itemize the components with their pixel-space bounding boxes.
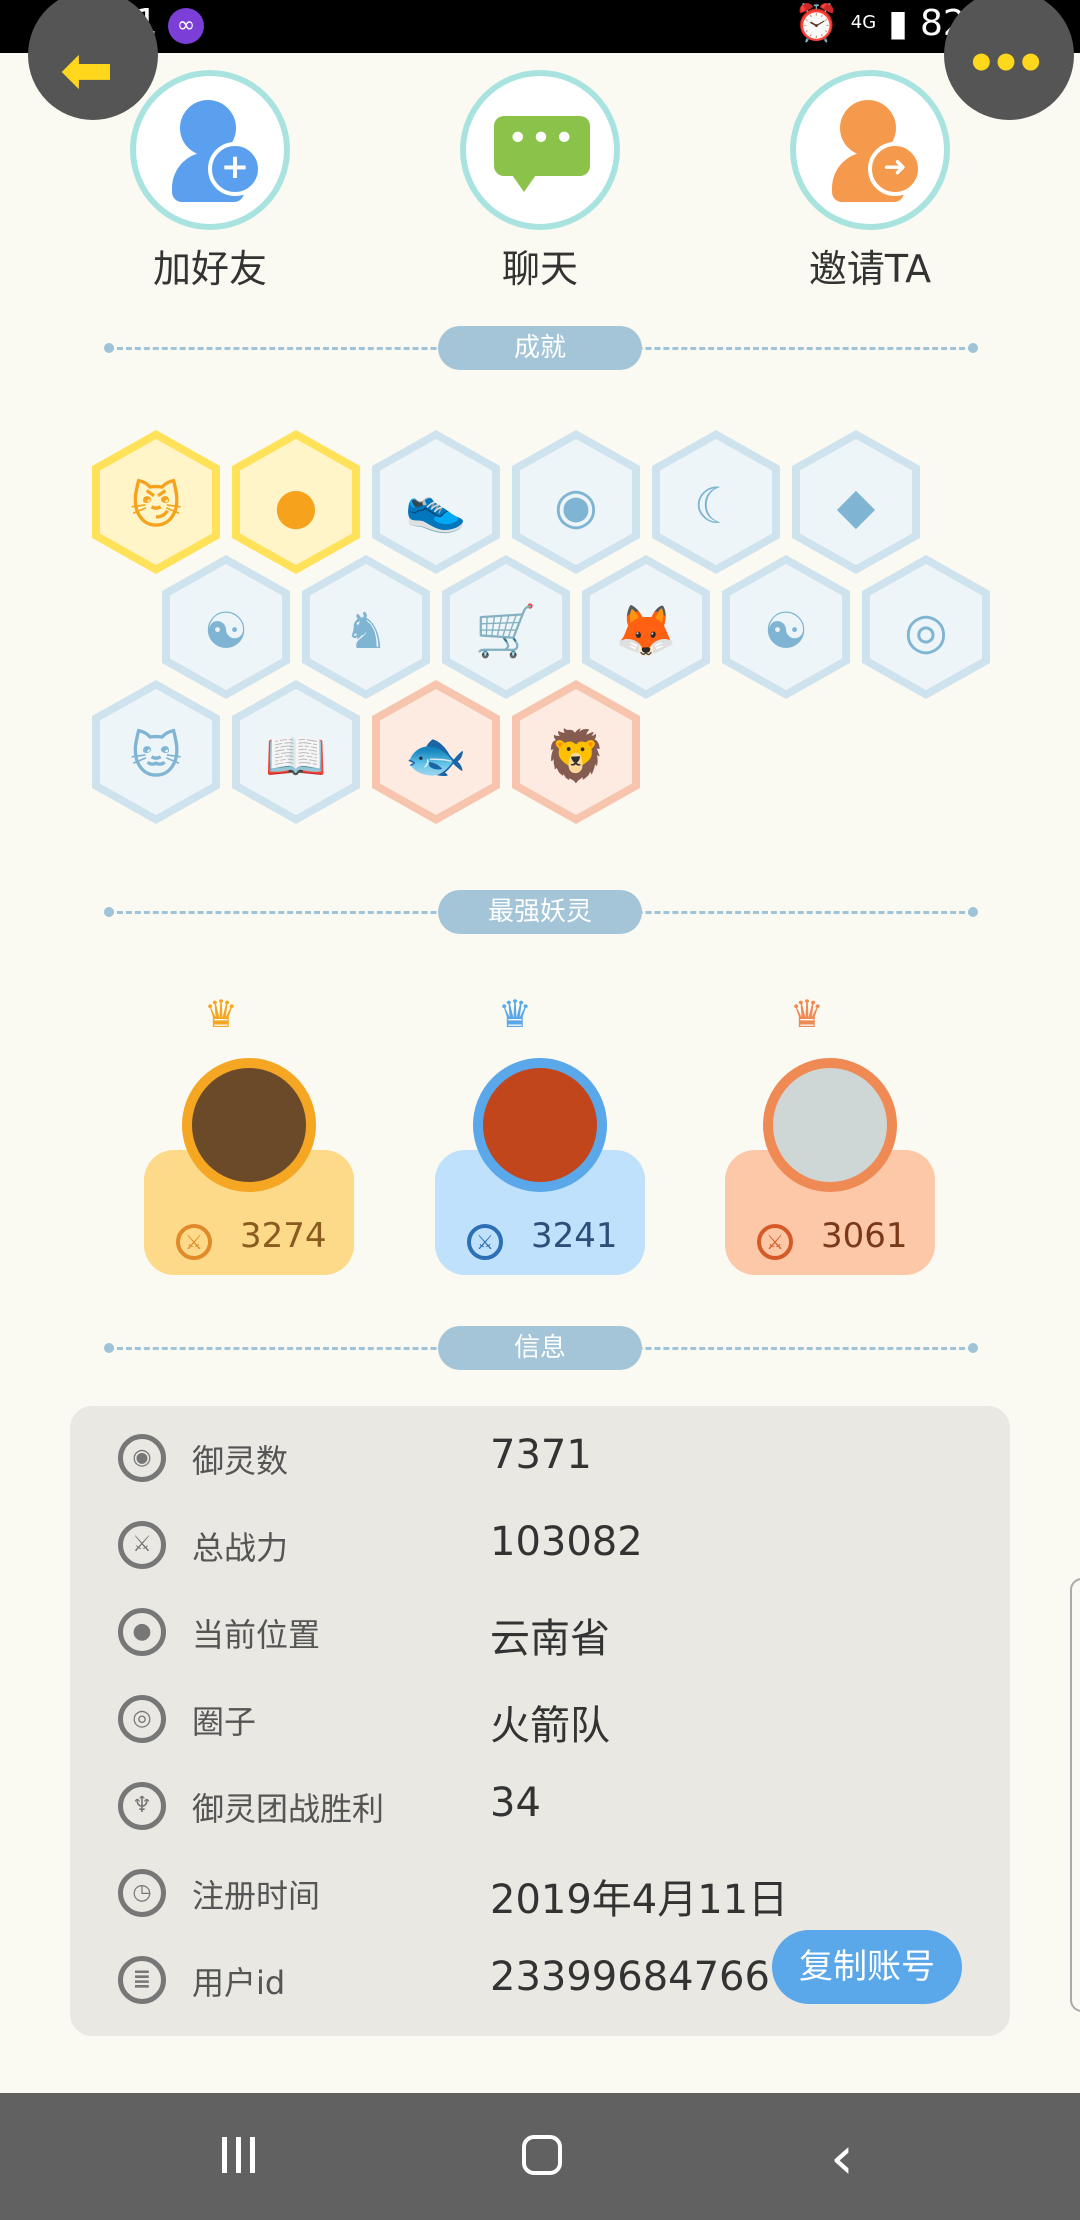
navigation-bar: ‹ <box>0 2093 1080 2220</box>
app-notification-icon: ∞ <box>168 8 204 44</box>
add-friend-label: 加好友 <box>152 247 267 291</box>
achievement-badge[interactable]: ☾ <box>652 430 780 574</box>
info-row-team-wins: ♆ 御灵团战胜利 34 <box>70 1770 1010 1850</box>
achievement-badge[interactable]: ◆ <box>792 430 920 574</box>
yin-yang-box-icon: ☯ <box>763 602 809 660</box>
spirit-avatar[interactable] <box>763 1058 897 1192</box>
moon-icon: ☾ <box>693 477 739 535</box>
info-value: 34 <box>490 1780 541 1826</box>
info-label: 注册时间 <box>192 1877 321 1915</box>
sword-icon: ⚔ <box>118 1521 166 1569</box>
info-row-total-power: ⚔ 总战力 103082 <box>70 1509 1010 1589</box>
info-label: 当前位置 <box>192 1616 321 1654</box>
network-type: 4G <box>850 12 877 33</box>
recents-button[interactable] <box>222 2137 260 2173</box>
status-bar: 13:51 ∞ ⏰ 4G ▮ 82% <box>0 0 1080 53</box>
info-value: 云南省 <box>490 1616 610 1662</box>
info-label: 用户id <box>192 1964 286 2002</box>
portal-icon: ◉ <box>554 477 598 535</box>
achievement-badge[interactable]: 🦊 <box>582 555 710 699</box>
chat-label: 聊天 <box>501 247 578 291</box>
spirit-power: 3061 <box>821 1216 908 1256</box>
side-panel-handle[interactable] <box>1070 1578 1080 2012</box>
spirit-avatar[interactable] <box>473 1058 607 1192</box>
circle-target-icon: ◎ <box>118 1695 166 1743</box>
stroller-icon: 🛒 <box>474 602 538 660</box>
crown-icon: ♛ <box>204 992 239 1036</box>
spirit-count-icon: ◉ <box>118 1434 166 1482</box>
info-value: 23399684766 <box>490 1954 770 2000</box>
signal-icon: ▮ <box>888 2 908 44</box>
lion-statue-icon: 🦁 <box>544 727 608 785</box>
spirit-power: 3241 <box>531 1216 618 1256</box>
invite-icon: ➜ <box>790 70 950 230</box>
more-dots-icon: ••• <box>966 36 1046 92</box>
back-arrow-icon: ⬅ <box>60 34 114 108</box>
add-friend-button[interactable]: + 加好友 <box>110 70 310 293</box>
invite-button[interactable]: ➜ 邀请TA <box>770 70 970 293</box>
cat-face-icon: 😼 <box>129 477 183 535</box>
info-row-location: ● 当前位置 云南省 <box>70 1596 1010 1676</box>
info-row-user-id: ≣ 用户id 23399684766 复制账号 <box>70 1930 1010 2024</box>
strongest-title: 最强妖灵 <box>438 890 642 934</box>
info-title: 信息 <box>438 1326 642 1370</box>
achievement-badge[interactable]: 🛒 <box>442 555 570 699</box>
alarm-icon: ⏰ <box>793 3 839 44</box>
info-row-spirit-count: ◉ 御灵数 7371 <box>70 1422 1010 1502</box>
achievement-badge[interactable]: ◎ <box>862 555 990 699</box>
sword-icon: ⚔ <box>757 1224 793 1260</box>
chat-button[interactable]: ••• 聊天 <box>440 70 640 293</box>
crown-icon: ♛ <box>790 992 825 1036</box>
info-label: 御灵团战胜利 <box>192 1790 385 1828</box>
achievement-badge[interactable]: ☯ <box>722 555 850 699</box>
achievement-badge[interactable]: 😼 <box>92 430 220 574</box>
home-button[interactable] <box>522 2135 562 2175</box>
info-row-register-time: ◷ 注册时间 2019年4月11日 <box>70 1857 1010 1937</box>
achievement-badge[interactable]: 👟 <box>372 430 500 574</box>
nav-back-button[interactable]: ‹ <box>830 2123 854 2193</box>
info-value: 7371 <box>490 1432 592 1478</box>
achievement-badge[interactable]: ♞ <box>302 555 430 699</box>
book-cat-icon: 📖 <box>264 727 328 785</box>
achievement-badge[interactable]: 🦁 <box>512 680 640 824</box>
info-value: 103082 <box>490 1519 643 1565</box>
info-label: 御灵数 <box>192 1442 289 1480</box>
id-card-icon: ≣ <box>118 1956 166 2004</box>
achievements-title: 成就 <box>438 326 642 370</box>
clock-icon: ◷ <box>118 1869 166 1917</box>
info-value: 火箭队 <box>490 1703 610 1749</box>
crystal-icon: ◆ <box>836 477 876 535</box>
sneaker-icon: 👟 <box>404 477 468 535</box>
info-panel: ◉ 御灵数 7371 ⚔ 总战力 103082 ● 当前位置 云南省 ◎ 圈子 … <box>70 1406 1010 2036</box>
achievement-badge[interactable]: 📖 <box>232 680 360 824</box>
achievement-badge[interactable]: ◉ <box>512 430 640 574</box>
spirit-figure-icon: ♞ <box>343 602 389 660</box>
sword-icon: ⚔ <box>176 1224 212 1260</box>
add-friend-icon: + <box>130 70 290 230</box>
fox-spirit-icon: 🦊 <box>614 602 678 660</box>
achievement-badge[interactable]: 🐱 <box>92 680 220 824</box>
copy-account-button[interactable]: 复制账号 <box>772 1930 962 2004</box>
achievement-badge[interactable]: ☯ <box>162 555 290 699</box>
achievement-badge[interactable]: ● <box>232 430 360 574</box>
info-label: 总战力 <box>192 1529 289 1567</box>
chat-icon: ••• <box>460 70 620 230</box>
team-win-icon: ♆ <box>118 1782 166 1830</box>
sword-icon: ⚔ <box>467 1224 503 1260</box>
gold-orb-icon: ● <box>274 477 318 535</box>
info-row-circle: ◎ 圈子 火箭队 <box>70 1683 1010 1763</box>
koi-icon: 🐟 <box>404 727 468 785</box>
location-pin-icon: ● <box>118 1608 166 1656</box>
info-label: 圈子 <box>192 1703 257 1741</box>
spirit-avatar[interactable] <box>182 1058 316 1192</box>
achievement-badge[interactable]: 🐟 <box>372 680 500 824</box>
scroll-frame-icon: ◎ <box>904 602 948 660</box>
yin-yang-wave-icon: ☯ <box>203 602 249 660</box>
spirit-power: 3274 <box>240 1216 327 1256</box>
info-value: 2019年4月11日 <box>490 1877 789 1923</box>
invite-label: 邀请TA <box>808 247 932 291</box>
cat-statue-icon: 🐱 <box>129 727 183 785</box>
crown-icon: ♛ <box>498 992 533 1036</box>
